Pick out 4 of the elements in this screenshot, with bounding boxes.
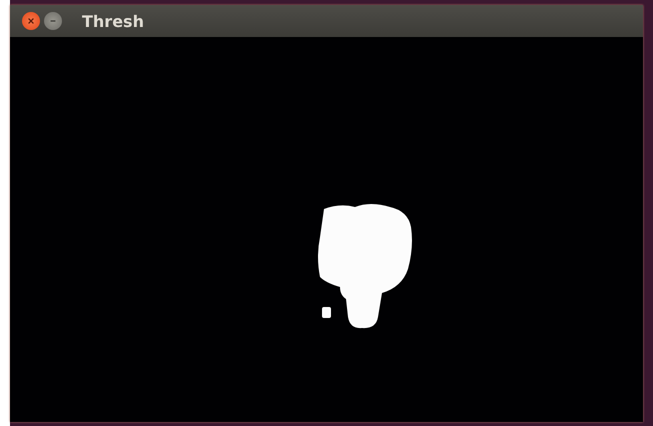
window-title: Thresh xyxy=(82,12,144,30)
close-button[interactable] xyxy=(22,12,40,30)
minimize-button[interactable] xyxy=(44,12,62,30)
close-icon xyxy=(27,17,35,25)
